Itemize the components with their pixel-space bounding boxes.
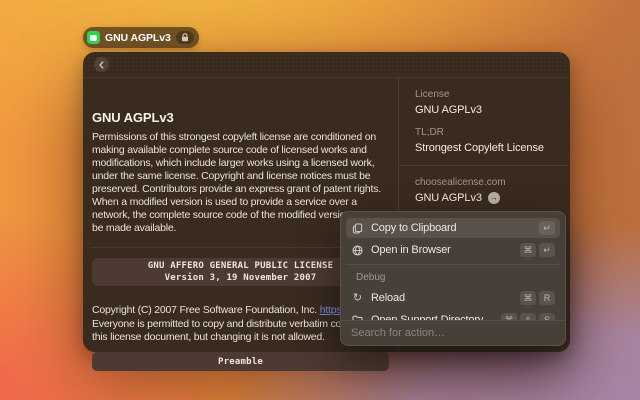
action-search-input[interactable] xyxy=(341,327,565,339)
chevron-left-icon xyxy=(98,61,105,69)
lock-icon xyxy=(181,33,189,42)
lock-badge xyxy=(176,31,194,44)
menu-item-label: Open in Browser xyxy=(371,244,513,256)
copyright-line3: this license document, but changing it i… xyxy=(92,331,380,345)
site-link[interactable]: GNU AGPLv3 → xyxy=(415,192,570,204)
app-icon xyxy=(87,31,100,44)
action-menu-list: Copy to Clipboard ↵ Open in Browser ⌘ ↵ … xyxy=(341,212,565,330)
site-label: choosealicense.com xyxy=(415,177,570,188)
menu-item-copy-to-clipboard[interactable]: Copy to Clipboard ↵ xyxy=(346,218,560,238)
app-tab[interactable]: GNU AGPLv3 xyxy=(83,27,199,48)
menu-item-open-in-browser[interactable]: Open in Browser ⌘ ↵ xyxy=(346,240,560,260)
license-value: GNU AGPLv3 xyxy=(415,104,570,116)
desktop-background: { "tab": { "app_label": "GNU AGPLv3" }, … xyxy=(0,0,640,400)
clipboard-icon xyxy=(351,223,364,234)
app-tab-label: GNU AGPLv3 xyxy=(105,32,171,44)
back-button[interactable] xyxy=(94,57,109,72)
key-return: ↵ xyxy=(539,221,555,235)
sidebar-divider xyxy=(399,165,570,166)
license-heading-line2: Version 3, 19 November 2007 xyxy=(165,272,317,284)
license-heading-line1: GNU AFFERO GENERAL PUBLIC LICENSE xyxy=(148,260,333,272)
copyright-line2: Everyone is permitted to copy and distri… xyxy=(92,318,380,332)
menu-item-label: Reload xyxy=(371,292,513,304)
menu-item-label: Copy to Clipboard xyxy=(371,222,532,234)
window-header xyxy=(83,52,570,78)
key-r: R xyxy=(539,291,555,305)
arrow-right-circle-icon: → xyxy=(488,192,500,204)
preamble-heading-block: Preamble xyxy=(92,352,389,371)
menu-item-reload[interactable]: ↻ Reload ⌘ R xyxy=(346,288,560,308)
copyright-line1: Copyright (C) 2007 Free Software Foundat… xyxy=(92,304,380,318)
tldr-label: TL;DR xyxy=(415,127,570,138)
action-search-bar xyxy=(341,320,565,345)
copyright-text: Copyright (C) 2007 Free Software Foundat… xyxy=(92,304,380,345)
page-title: GNU AGPLv3 xyxy=(92,110,174,125)
key-cmd: ⌘ xyxy=(520,291,536,305)
preamble-label: Preamble xyxy=(218,357,263,367)
globe-icon xyxy=(351,245,364,256)
menu-section-debug: Debug xyxy=(346,269,560,288)
menu-divider xyxy=(346,264,560,265)
key-cmd: ⌘ xyxy=(520,243,536,257)
action-menu: Copy to Clipboard ↵ Open in Browser ⌘ ↵ … xyxy=(340,211,566,346)
reload-icon: ↻ xyxy=(351,293,364,304)
license-label: License xyxy=(415,89,570,100)
tldr-value: Strongest Copyleft License xyxy=(415,142,570,154)
key-return: ↵ xyxy=(539,243,555,257)
